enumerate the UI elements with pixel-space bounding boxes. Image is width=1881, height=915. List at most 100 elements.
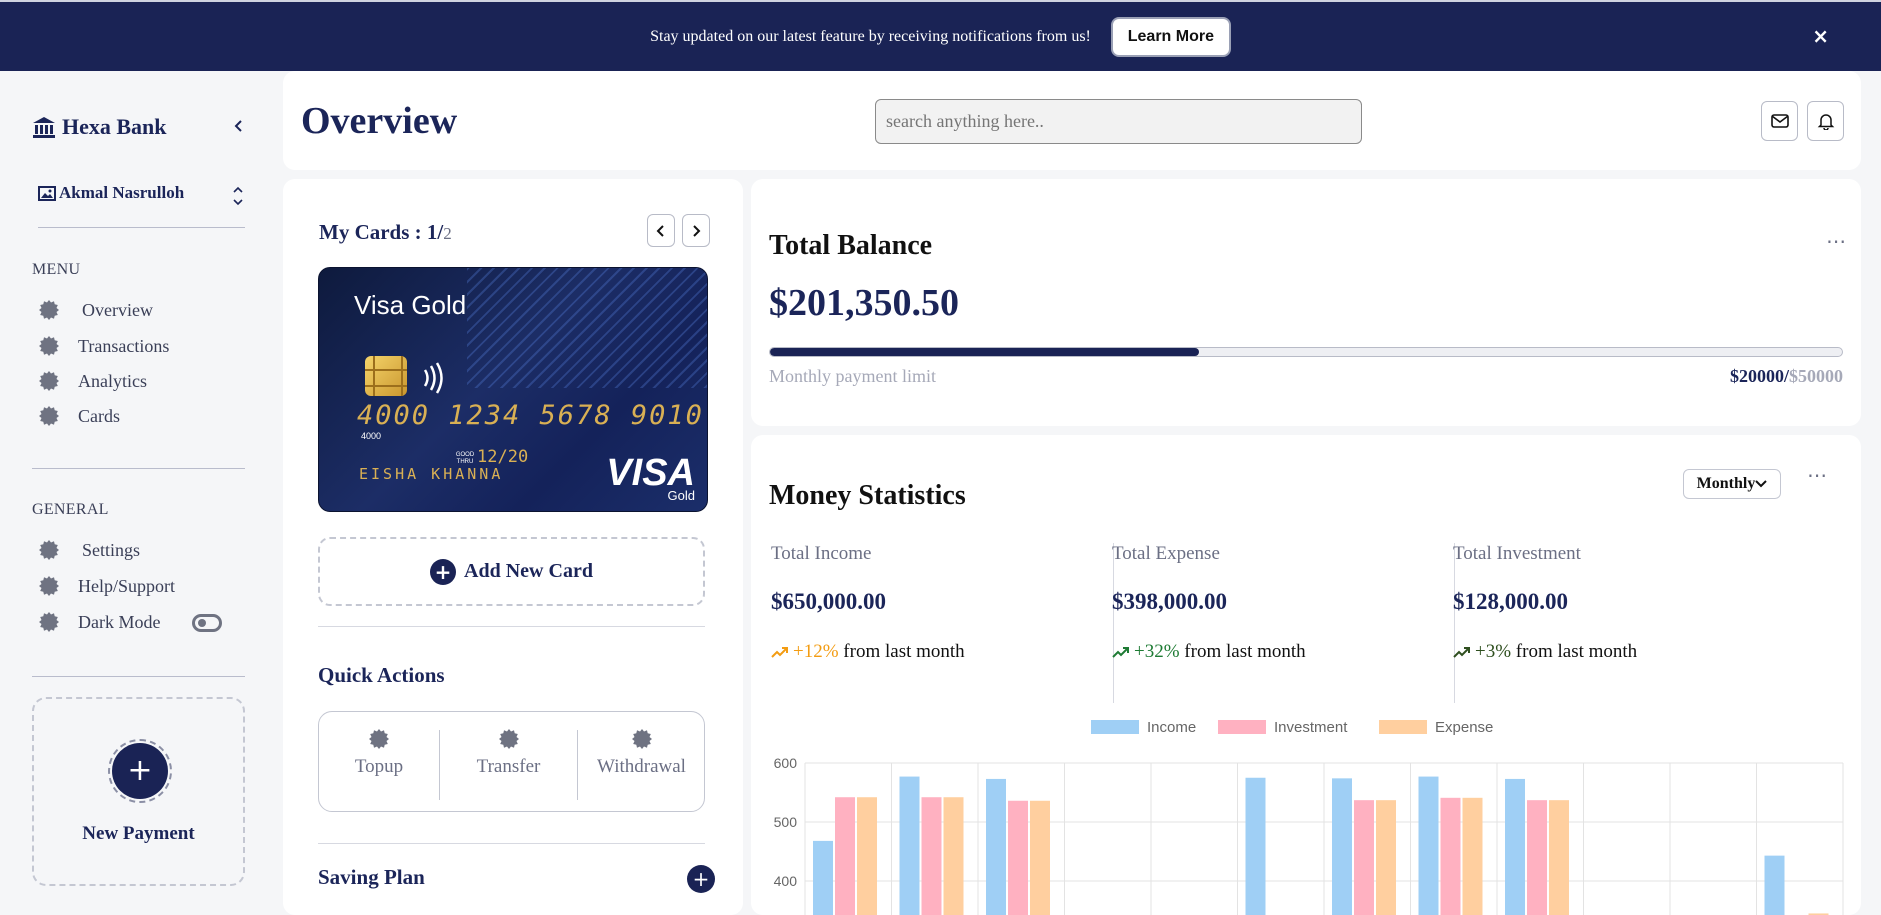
sidebar-item-transactions[interactable]: Transactions <box>38 335 169 357</box>
bar-expense <box>1030 800 1050 915</box>
card-number-small: 4000 <box>361 431 382 441</box>
next-card-button[interactable] <box>682 214 710 247</box>
trending-up-icon <box>1453 647 1470 658</box>
bar-investment <box>921 797 942 915</box>
quick-action-label: Transfer <box>476 756 541 777</box>
sidebar-item-overview[interactable]: Overview <box>38 299 153 321</box>
period-select[interactable]: Monthly <box>1683 469 1781 499</box>
legend-swatch <box>1091 720 1139 734</box>
my-cards-title: My Cards : 1/2 <box>319 220 452 245</box>
trending-up-icon <box>1112 647 1129 658</box>
stat-change-value: +12% <box>793 641 839 662</box>
new-payment-button[interactable]: + New Payment <box>32 697 245 886</box>
mail-icon <box>1770 114 1789 128</box>
dark-mode-toggle[interactable] <box>192 614 222 632</box>
chevron-left-icon[interactable] <box>232 119 246 133</box>
money-chart-container: Income Investment Expense 600 500 400 <box>751 713 1861 915</box>
separator <box>1113 543 1114 703</box>
separator <box>1454 543 1455 703</box>
bar-investment <box>1008 800 1028 915</box>
page-title: Overview <box>301 100 458 142</box>
total-balance-card: Total Balance ⋯ $201,350.50 Monthly paym… <box>751 179 1861 426</box>
more-options-icon[interactable]: ⋯ <box>1826 229 1847 253</box>
bar-income <box>1245 777 1266 915</box>
sidebar-item-label: Settings <box>82 539 141 560</box>
divider <box>318 843 705 844</box>
user-name: Akmal Nasrulloh <box>59 183 185 202</box>
y-tick-label: 400 <box>774 873 798 889</box>
prev-card-button[interactable] <box>647 214 675 247</box>
bar-income <box>813 840 833 915</box>
gear-icon <box>38 335 60 357</box>
gear-icon <box>631 728 653 750</box>
legend-swatch <box>1218 720 1266 734</box>
legend-label: Investment <box>1274 719 1348 736</box>
card-holder: EISHA KHANNA <box>359 465 504 483</box>
bar-income <box>1332 778 1352 915</box>
balance-title: Total Balance <box>769 230 933 261</box>
add-new-card-button[interactable]: + Add New Card <box>318 537 705 606</box>
bar-income <box>1418 776 1439 915</box>
gear-icon <box>498 728 520 750</box>
payment-limit-progress <box>769 347 1843 357</box>
notification-button[interactable] <box>1807 101 1844 141</box>
learn-more-button[interactable]: Learn More <box>1110 16 1231 57</box>
add-card-label: Add New Card <box>464 560 593 582</box>
user-profile[interactable]: Akmal Nasrulloh <box>38 183 184 203</box>
gear-icon <box>38 539 60 561</box>
chevron-up-down-icon[interactable] <box>231 184 245 208</box>
sidebar-item-analytics[interactable]: Analytics <box>38 370 147 392</box>
bar-investment <box>1354 800 1374 915</box>
money-chart: Income Investment Expense 600 500 400 <box>774 719 1844 915</box>
my-cards-total: 2 <box>443 224 452 243</box>
quick-actions-title: Quick Actions <box>318 663 445 687</box>
sidebar-item-label: Help/Support <box>78 575 175 596</box>
chevron-left-icon <box>656 224 664 237</box>
stat-label: Total Investment <box>1453 543 1581 564</box>
stat-change-suffix: from last month <box>843 641 965 662</box>
bar-income <box>1505 778 1525 915</box>
sidebar-item-settings[interactable]: Settings <box>38 539 140 561</box>
stat-change: +32% from last month <box>1112 641 1306 663</box>
mail-button[interactable] <box>1761 101 1798 141</box>
limit-max: $50000 <box>1789 366 1843 386</box>
card-number: 4000 1234 5678 9010 <box>357 400 704 431</box>
stat-value: $128,000.00 <box>1453 589 1568 614</box>
legend-swatch <box>1379 720 1427 734</box>
cards-panel: My Cards : 1/2 Visa Gold 4000 1234 5678 … <box>283 179 743 915</box>
money-statistics-card: Money Statistics Monthly ⋯ Total Income … <box>751 435 1861 915</box>
stats-title: Money Statistics <box>769 480 966 511</box>
add-saving-plan-button[interactable]: + <box>687 865 715 893</box>
sidebar-item-help[interactable]: Help/Support <box>38 575 175 597</box>
credit-card[interactable]: Visa Gold 4000 1234 5678 9010 4000 GOOD … <box>318 267 708 512</box>
limit-values: $20000/$50000 <box>1730 366 1843 387</box>
sidebar-item-label: Cards <box>78 405 120 426</box>
quick-action-label: Withdrawal <box>597 756 686 777</box>
quick-action-transfer[interactable]: Transfer <box>440 712 577 811</box>
bar-expense <box>943 797 964 915</box>
sidebar-item-label: Overview <box>82 299 153 320</box>
brand[interactable]: Hexa Bank <box>32 114 167 140</box>
sidebar-item-cards[interactable]: Cards <box>38 405 120 427</box>
chevron-right-icon <box>693 224 701 237</box>
search-input[interactable] <box>875 99 1362 144</box>
bar-expense <box>1462 797 1483 915</box>
quick-action-topup[interactable]: Topup <box>319 712 439 811</box>
plus-icon: + <box>430 558 457 585</box>
gear-icon <box>38 575 60 597</box>
contactless-icon <box>423 362 443 394</box>
bank-icon <box>33 117 55 138</box>
saving-plan-title: Saving Plan <box>318 865 425 889</box>
close-icon[interactable]: × <box>1812 24 1829 48</box>
more-options-icon[interactable]: ⋯ <box>1807 463 1828 487</box>
divider <box>318 626 705 627</box>
stat-change-value: +32% <box>1134 641 1180 662</box>
quick-action-withdrawal[interactable]: Withdrawal <box>578 712 705 811</box>
card-expiry: 12/20 <box>477 447 529 467</box>
bar-expense <box>857 797 877 915</box>
image-icon <box>38 185 56 201</box>
stat-value: $650,000.00 <box>771 589 886 614</box>
chevron-down-icon <box>1755 480 1768 488</box>
notification-text: Stay updated on our latest feature by re… <box>650 27 1091 45</box>
limit-used: $20000/ <box>1729 366 1789 386</box>
